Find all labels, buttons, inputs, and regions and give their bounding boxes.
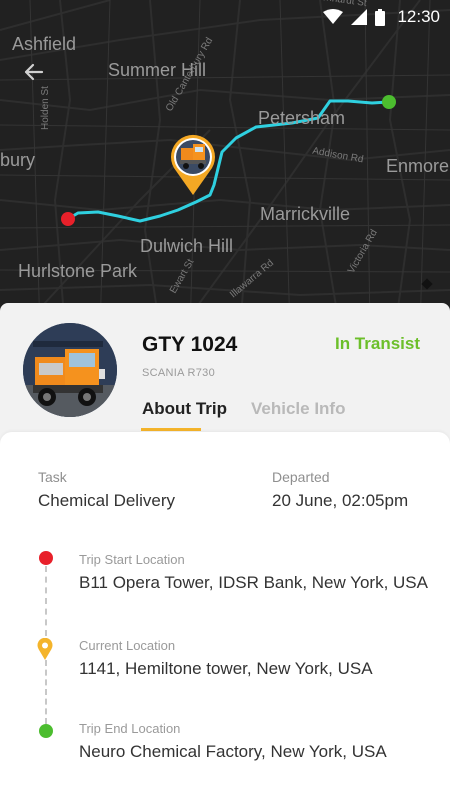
wifi-icon xyxy=(323,9,344,24)
map-label-hurlstone-park: Hurlstone Park xyxy=(18,261,138,281)
active-tab-indicator xyxy=(141,428,201,431)
cellular-signal-icon xyxy=(351,9,368,25)
vehicle-model: SCANIA R730 xyxy=(142,367,216,379)
current-location-label: Current Location xyxy=(79,638,176,653)
tab-vehicle-info[interactable]: Vehicle Info xyxy=(251,399,345,419)
map-view[interactable]: Leichhardt St Ashfield Summer Hill Old C… xyxy=(0,0,450,330)
status-time: 12:30 xyxy=(397,7,440,26)
map-label-petersham: Petersham xyxy=(258,108,346,128)
map-label-enmore: Enmore xyxy=(386,156,450,176)
end-location-value: Neuro Chemical Factory, New York, USA xyxy=(79,742,387,761)
timeline-connector xyxy=(45,660,47,724)
vehicle-avatar xyxy=(23,323,117,417)
vehicle-status: In Transist xyxy=(334,334,420,353)
map-label-dulwich-hill: Dulwich Hill xyxy=(140,236,234,256)
current-location-value: 1141, Hemiltone tower, New York, USA xyxy=(79,659,373,678)
back-button[interactable] xyxy=(20,60,50,86)
truck-location-pin xyxy=(171,134,215,195)
arrow-left-icon xyxy=(24,63,44,81)
start-location-label: Trip Start Location xyxy=(79,552,185,567)
tab-about-trip[interactable]: About Trip xyxy=(142,399,227,419)
departed-label: Departed xyxy=(272,469,330,485)
route-end-dot xyxy=(382,95,396,109)
end-location-dot xyxy=(39,724,53,738)
map-label-marrickville: Marrickville xyxy=(260,204,350,224)
route-start-dot xyxy=(61,212,75,226)
map-label-holden: Holden St xyxy=(40,86,51,130)
map-marker-diamond xyxy=(421,278,433,290)
battery-icon xyxy=(375,8,386,26)
departed-value: 20 June, 02:05pm xyxy=(272,491,409,510)
current-location-pin-icon xyxy=(37,638,53,660)
task-value: Chemical Delivery xyxy=(38,491,175,510)
start-location-dot xyxy=(39,551,53,565)
start-location-value: B11 Opera Tower, IDSR Bank, New York, US… xyxy=(79,573,428,592)
timeline-connector xyxy=(45,566,47,636)
status-bar: 12:30 xyxy=(0,0,450,34)
map-label-ashfield: Ashfield xyxy=(12,34,77,54)
vehicle-plate: GTY 1024 xyxy=(142,333,238,356)
truck-image xyxy=(23,323,117,417)
task-label: Task xyxy=(38,469,67,485)
trip-details-card: Task Chemical Delivery Departed 20 June,… xyxy=(0,432,450,800)
end-location-label: Trip End Location xyxy=(79,721,181,736)
map-label-bury: bury xyxy=(0,150,36,170)
